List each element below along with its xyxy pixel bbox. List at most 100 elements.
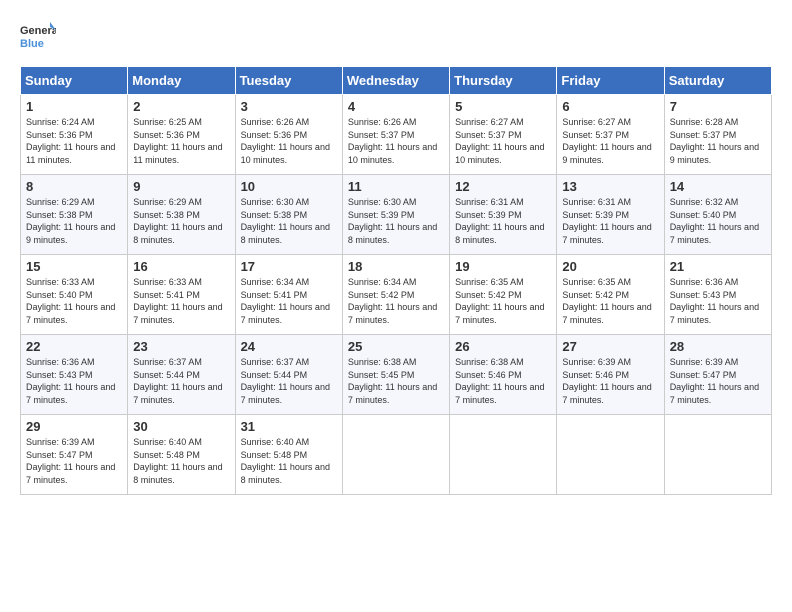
day-info: Sunrise: 6:25 AM Sunset: 5:36 PM Dayligh… — [133, 116, 229, 166]
calendar-cell: 10 Sunrise: 6:30 AM Sunset: 5:38 PM Dayl… — [235, 175, 342, 255]
day-info: Sunrise: 6:26 AM Sunset: 5:37 PM Dayligh… — [348, 116, 444, 166]
calendar-week-row: 22 Sunrise: 6:36 AM Sunset: 5:43 PM Dayl… — [21, 335, 772, 415]
calendar-cell: 30 Sunrise: 6:40 AM Sunset: 5:48 PM Dayl… — [128, 415, 235, 495]
page-header: General Blue — [20, 20, 772, 56]
calendar-cell: 31 Sunrise: 6:40 AM Sunset: 5:48 PM Dayl… — [235, 415, 342, 495]
day-number: 20 — [562, 259, 658, 274]
day-number: 9 — [133, 179, 229, 194]
day-info: Sunrise: 6:28 AM Sunset: 5:37 PM Dayligh… — [670, 116, 766, 166]
day-info: Sunrise: 6:39 AM Sunset: 5:46 PM Dayligh… — [562, 356, 658, 406]
day-info: Sunrise: 6:35 AM Sunset: 5:42 PM Dayligh… — [455, 276, 551, 326]
calendar-day-header: Wednesday — [342, 67, 449, 95]
calendar-day-header: Saturday — [664, 67, 771, 95]
calendar-cell: 2 Sunrise: 6:25 AM Sunset: 5:36 PM Dayli… — [128, 95, 235, 175]
calendar-cell: 11 Sunrise: 6:30 AM Sunset: 5:39 PM Dayl… — [342, 175, 449, 255]
day-number: 4 — [348, 99, 444, 114]
day-info: Sunrise: 6:27 AM Sunset: 5:37 PM Dayligh… — [562, 116, 658, 166]
day-info: Sunrise: 6:36 AM Sunset: 5:43 PM Dayligh… — [26, 356, 122, 406]
day-info: Sunrise: 6:40 AM Sunset: 5:48 PM Dayligh… — [133, 436, 229, 486]
calendar-cell: 27 Sunrise: 6:39 AM Sunset: 5:46 PM Dayl… — [557, 335, 664, 415]
day-info: Sunrise: 6:29 AM Sunset: 5:38 PM Dayligh… — [26, 196, 122, 246]
day-info: Sunrise: 6:33 AM Sunset: 5:41 PM Dayligh… — [133, 276, 229, 326]
calendar-cell — [342, 415, 449, 495]
day-number: 24 — [241, 339, 337, 354]
day-number: 22 — [26, 339, 122, 354]
calendar-cell: 1 Sunrise: 6:24 AM Sunset: 5:36 PM Dayli… — [21, 95, 128, 175]
day-number: 16 — [133, 259, 229, 274]
calendar-cell: 7 Sunrise: 6:28 AM Sunset: 5:37 PM Dayli… — [664, 95, 771, 175]
calendar-cell: 4 Sunrise: 6:26 AM Sunset: 5:37 PM Dayli… — [342, 95, 449, 175]
calendar-week-row: 15 Sunrise: 6:33 AM Sunset: 5:40 PM Dayl… — [21, 255, 772, 335]
day-info: Sunrise: 6:30 AM Sunset: 5:38 PM Dayligh… — [241, 196, 337, 246]
calendar-week-row: 29 Sunrise: 6:39 AM Sunset: 5:47 PM Dayl… — [21, 415, 772, 495]
day-number: 8 — [26, 179, 122, 194]
day-number: 30 — [133, 419, 229, 434]
calendar-cell: 19 Sunrise: 6:35 AM Sunset: 5:42 PM Dayl… — [450, 255, 557, 335]
calendar-cell: 15 Sunrise: 6:33 AM Sunset: 5:40 PM Dayl… — [21, 255, 128, 335]
day-info: Sunrise: 6:26 AM Sunset: 5:36 PM Dayligh… — [241, 116, 337, 166]
day-info: Sunrise: 6:40 AM Sunset: 5:48 PM Dayligh… — [241, 436, 337, 486]
day-number: 1 — [26, 99, 122, 114]
calendar-day-header: Sunday — [21, 67, 128, 95]
day-info: Sunrise: 6:37 AM Sunset: 5:44 PM Dayligh… — [241, 356, 337, 406]
calendar-cell: 13 Sunrise: 6:31 AM Sunset: 5:39 PM Dayl… — [557, 175, 664, 255]
calendar-cell: 25 Sunrise: 6:38 AM Sunset: 5:45 PM Dayl… — [342, 335, 449, 415]
calendar-cell: 21 Sunrise: 6:36 AM Sunset: 5:43 PM Dayl… — [664, 255, 771, 335]
calendar-cell: 23 Sunrise: 6:37 AM Sunset: 5:44 PM Dayl… — [128, 335, 235, 415]
calendar-day-header: Friday — [557, 67, 664, 95]
svg-text:Blue: Blue — [20, 38, 44, 50]
day-number: 5 — [455, 99, 551, 114]
day-info: Sunrise: 6:30 AM Sunset: 5:39 PM Dayligh… — [348, 196, 444, 246]
day-info: Sunrise: 6:31 AM Sunset: 5:39 PM Dayligh… — [455, 196, 551, 246]
calendar-cell: 26 Sunrise: 6:38 AM Sunset: 5:46 PM Dayl… — [450, 335, 557, 415]
day-info: Sunrise: 6:29 AM Sunset: 5:38 PM Dayligh… — [133, 196, 229, 246]
day-number: 25 — [348, 339, 444, 354]
day-number: 13 — [562, 179, 658, 194]
day-number: 21 — [670, 259, 766, 274]
day-info: Sunrise: 6:32 AM Sunset: 5:40 PM Dayligh… — [670, 196, 766, 246]
calendar-cell: 24 Sunrise: 6:37 AM Sunset: 5:44 PM Dayl… — [235, 335, 342, 415]
day-info: Sunrise: 6:34 AM Sunset: 5:41 PM Dayligh… — [241, 276, 337, 326]
day-number: 11 — [348, 179, 444, 194]
calendar-header-row: SundayMondayTuesdayWednesdayThursdayFrid… — [21, 67, 772, 95]
day-number: 23 — [133, 339, 229, 354]
day-info: Sunrise: 6:34 AM Sunset: 5:42 PM Dayligh… — [348, 276, 444, 326]
calendar-cell — [450, 415, 557, 495]
calendar-cell: 22 Sunrise: 6:36 AM Sunset: 5:43 PM Dayl… — [21, 335, 128, 415]
day-number: 29 — [26, 419, 122, 434]
calendar-cell: 5 Sunrise: 6:27 AM Sunset: 5:37 PM Dayli… — [450, 95, 557, 175]
day-number: 3 — [241, 99, 337, 114]
day-number: 17 — [241, 259, 337, 274]
calendar-cell: 14 Sunrise: 6:32 AM Sunset: 5:40 PM Dayl… — [664, 175, 771, 255]
calendar-day-header: Thursday — [450, 67, 557, 95]
day-info: Sunrise: 6:35 AM Sunset: 5:42 PM Dayligh… — [562, 276, 658, 326]
day-number: 15 — [26, 259, 122, 274]
calendar-cell: 9 Sunrise: 6:29 AM Sunset: 5:38 PM Dayli… — [128, 175, 235, 255]
day-number: 10 — [241, 179, 337, 194]
day-info: Sunrise: 6:38 AM Sunset: 5:45 PM Dayligh… — [348, 356, 444, 406]
calendar-cell: 17 Sunrise: 6:34 AM Sunset: 5:41 PM Dayl… — [235, 255, 342, 335]
calendar-table: SundayMondayTuesdayWednesdayThursdayFrid… — [20, 66, 772, 495]
day-number: 27 — [562, 339, 658, 354]
calendar-cell: 16 Sunrise: 6:33 AM Sunset: 5:41 PM Dayl… — [128, 255, 235, 335]
calendar-cell: 29 Sunrise: 6:39 AM Sunset: 5:47 PM Dayl… — [21, 415, 128, 495]
calendar-cell: 3 Sunrise: 6:26 AM Sunset: 5:36 PM Dayli… — [235, 95, 342, 175]
day-info: Sunrise: 6:39 AM Sunset: 5:47 PM Dayligh… — [26, 436, 122, 486]
day-number: 7 — [670, 99, 766, 114]
day-number: 19 — [455, 259, 551, 274]
calendar-cell — [557, 415, 664, 495]
calendar-cell — [664, 415, 771, 495]
calendar-cell: 18 Sunrise: 6:34 AM Sunset: 5:42 PM Dayl… — [342, 255, 449, 335]
day-number: 18 — [348, 259, 444, 274]
day-number: 12 — [455, 179, 551, 194]
day-number: 28 — [670, 339, 766, 354]
day-info: Sunrise: 6:31 AM Sunset: 5:39 PM Dayligh… — [562, 196, 658, 246]
calendar-cell: 20 Sunrise: 6:35 AM Sunset: 5:42 PM Dayl… — [557, 255, 664, 335]
logo: General Blue — [20, 20, 56, 56]
calendar-cell: 8 Sunrise: 6:29 AM Sunset: 5:38 PM Dayli… — [21, 175, 128, 255]
day-info: Sunrise: 6:33 AM Sunset: 5:40 PM Dayligh… — [26, 276, 122, 326]
day-info: Sunrise: 6:38 AM Sunset: 5:46 PM Dayligh… — [455, 356, 551, 406]
calendar-cell: 28 Sunrise: 6:39 AM Sunset: 5:47 PM Dayl… — [664, 335, 771, 415]
day-info: Sunrise: 6:39 AM Sunset: 5:47 PM Dayligh… — [670, 356, 766, 406]
day-number: 31 — [241, 419, 337, 434]
